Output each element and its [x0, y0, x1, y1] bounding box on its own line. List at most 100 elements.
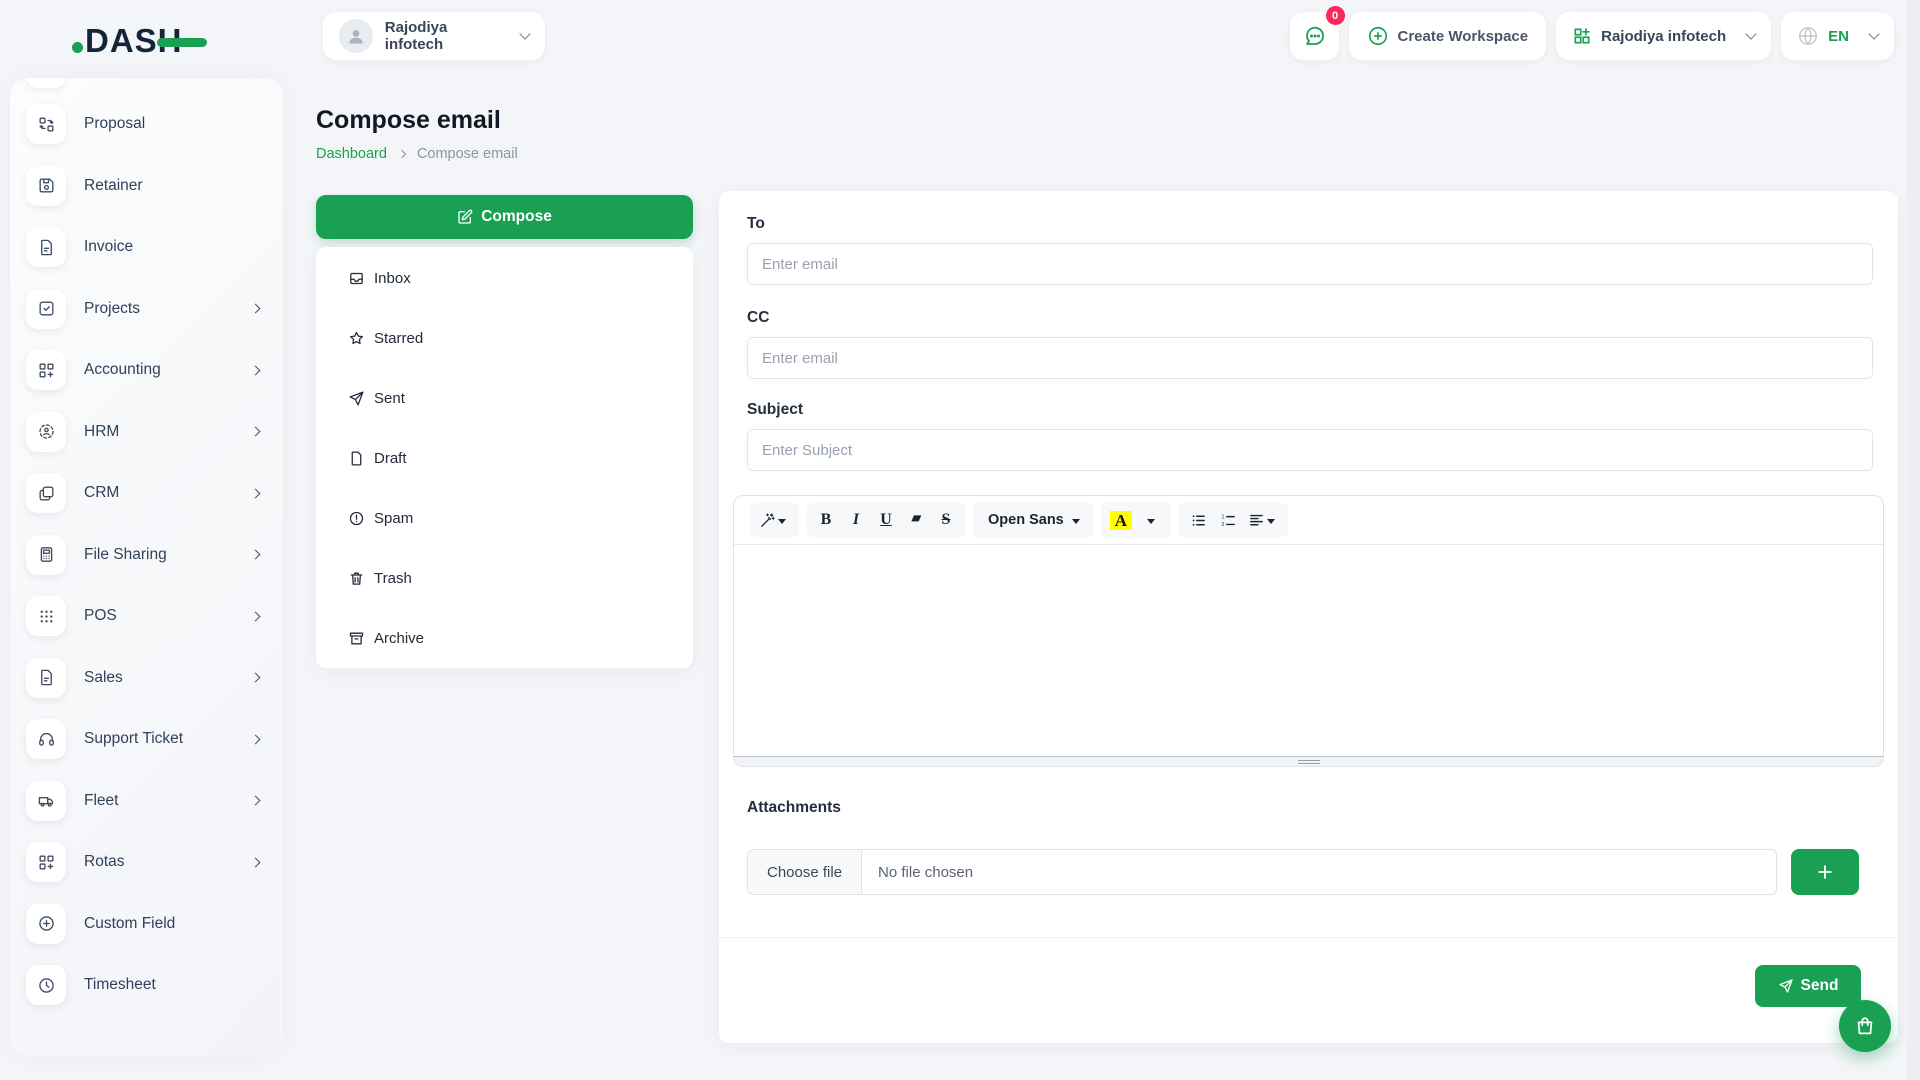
attachment-file-input[interactable]: Choose file No file chosen: [747, 849, 1777, 895]
sidebar-item-fleet[interactable]: Fleet: [26, 781, 283, 821]
chevron-right-icon: [251, 365, 261, 375]
color-group: A: [1101, 503, 1171, 537]
font-color-dropdown[interactable]: [1137, 505, 1167, 535]
sidebar-item-label: Support Ticket: [84, 730, 183, 748]
accounting-icon: [26, 350, 66, 390]
clear-format-button[interactable]: [901, 505, 931, 535]
sidebar-item-crm[interactable]: CRM: [26, 473, 283, 513]
sidebar-item-support-ticket[interactable]: Support Ticket: [26, 719, 283, 759]
strikethrough-button[interactable]: S: [931, 505, 961, 535]
chevron-right-icon: [251, 550, 261, 560]
subject-label: Subject: [747, 401, 803, 419]
custom-field-icon: [26, 904, 66, 944]
page-title: Compose email: [316, 106, 501, 135]
svg-text:1: 1: [1221, 514, 1224, 520]
folder-inbox[interactable]: Inbox: [316, 248, 693, 308]
chevron-right-icon: [251, 488, 261, 498]
ordered-list-button[interactable]: 12: [1213, 505, 1243, 535]
bold-button[interactable]: B: [811, 505, 841, 535]
workspace-selector-label: Rajodiya infotech: [385, 19, 509, 53]
editor-body[interactable]: [734, 545, 1883, 743]
hrm-icon: [26, 412, 66, 452]
language-selector[interactable]: EN: [1781, 12, 1894, 60]
chevron-right-icon: [251, 796, 261, 806]
chevron-down-icon: [1745, 28, 1756, 39]
compose-button[interactable]: Compose: [316, 195, 693, 239]
logo-dot-icon: [72, 42, 83, 53]
file-icon: [348, 450, 365, 467]
folder-label: Draft: [374, 450, 407, 467]
messages-button[interactable]: 0: [1290, 12, 1339, 60]
sidebar-item-projects[interactable]: Projects: [26, 289, 283, 329]
send-button[interactable]: Send: [1755, 965, 1861, 1007]
rich-text-editor: B I U S Open Sans A: [733, 495, 1884, 767]
sidebar-item-label: Invoice: [84, 238, 133, 256]
archive-icon: [348, 630, 365, 647]
sidebar-item-timesheet[interactable]: Timesheet: [26, 965, 283, 1005]
subject-input[interactable]: [747, 429, 1873, 471]
sidebar-item-label: CRM: [84, 484, 119, 502]
sidebar-scroll-peek: [26, 78, 66, 88]
italic-button[interactable]: I: [841, 505, 871, 535]
workspace-selector[interactable]: Rajodiya infotech: [323, 12, 545, 60]
choose-file-button[interactable]: Choose file: [748, 850, 862, 894]
to-input[interactable]: [747, 243, 1873, 285]
cc-label: CC: [747, 309, 769, 327]
font-family-select[interactable]: Open Sans: [977, 505, 1089, 535]
magic-style-button[interactable]: [754, 505, 795, 535]
unordered-list-button[interactable]: [1183, 505, 1213, 535]
send-icon: [348, 390, 365, 407]
company-selector[interactable]: Rajodiya infotech: [1556, 12, 1771, 60]
paragraph-align-button[interactable]: [1243, 505, 1284, 535]
create-workspace-button[interactable]: Create Workspace: [1349, 12, 1547, 60]
chat-icon: [1302, 24, 1326, 48]
buy-now-fab[interactable]: [1839, 1000, 1891, 1052]
add-attachment-button[interactable]: [1791, 849, 1859, 895]
sidebar-item-file-sharing[interactable]: File Sharing: [26, 535, 283, 575]
folder-starred[interactable]: Starred: [316, 308, 693, 368]
chevron-down-icon: [519, 28, 530, 39]
folder-label: Archive: [374, 630, 424, 647]
sidebar-item-label: Proposal: [84, 115, 145, 133]
logo-dash-icon: [157, 38, 207, 47]
sidebar-item-custom-field[interactable]: Custom Field: [26, 904, 283, 944]
editor-resize-handle[interactable]: [734, 756, 1883, 766]
sidebar-item-accounting[interactable]: Accounting: [26, 350, 283, 390]
folder-spam[interactable]: Spam: [316, 488, 693, 548]
chevron-right-icon: [251, 611, 261, 621]
folder-sent[interactable]: Sent: [316, 368, 693, 428]
sidebar-item-rotas[interactable]: Rotas: [26, 842, 283, 882]
folder-label: Starred: [374, 330, 423, 347]
company-selector-label: Rajodiya infotech: [1601, 28, 1726, 45]
sidebar-item-sales[interactable]: Sales: [26, 658, 283, 698]
workspace-grid-icon: [1572, 26, 1592, 46]
breadcrumb-current: Compose email: [417, 146, 518, 162]
breadcrumb-dashboard-link[interactable]: Dashboard: [316, 146, 387, 162]
sidebar-item-label: Retainer: [84, 177, 143, 195]
font-group: Open Sans: [973, 503, 1093, 537]
chevron-right-icon: [251, 673, 261, 683]
sidebar-item-proposal[interactable]: Proposal: [26, 104, 283, 144]
folder-draft[interactable]: Draft: [316, 428, 693, 488]
folder-archive[interactable]: Archive: [316, 608, 693, 668]
app-logo[interactable]: DASH: [72, 22, 207, 60]
cc-input[interactable]: [747, 337, 1873, 379]
sidebar-item-label: Rotas: [84, 853, 125, 871]
support-ticket-icon: [26, 719, 66, 759]
sidebar-item-retainer[interactable]: Retainer: [26, 166, 283, 206]
underline-button[interactable]: U: [871, 505, 901, 535]
edit-icon: [457, 209, 473, 225]
list-group: 12: [1179, 503, 1288, 537]
file-status-text: No file chosen: [878, 864, 973, 881]
sales-icon: [26, 658, 66, 698]
folder-trash[interactable]: Trash: [316, 548, 693, 608]
page-scrollbar[interactable]: [1907, 0, 1920, 1080]
font-color-button[interactable]: A: [1105, 505, 1137, 535]
sidebar-item-label: File Sharing: [84, 546, 167, 564]
timesheet-icon: [26, 965, 66, 1005]
sidebar-item-hrm[interactable]: HRM: [26, 412, 283, 452]
resize-grip-icon: [1298, 760, 1320, 764]
folder-label: Inbox: [374, 270, 411, 287]
sidebar-item-pos[interactable]: POS: [26, 596, 283, 636]
sidebar-item-invoice[interactable]: Invoice: [26, 227, 283, 267]
